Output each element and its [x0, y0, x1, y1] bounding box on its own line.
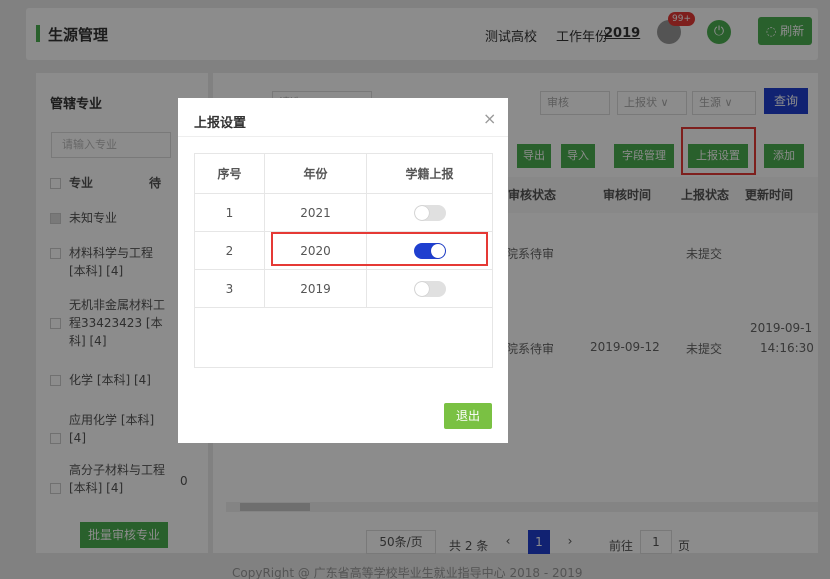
year-cell: 2019 [265, 270, 367, 307]
report-toggle[interactable] [413, 204, 446, 221]
column-header: 年份 [265, 154, 367, 193]
divider [178, 136, 508, 137]
report-toggle-cell [367, 194, 492, 231]
table-header-row: 序号 年份 学籍上报 [195, 154, 492, 194]
report-settings-dialog: 上报设置 × 序号 年份 学籍上报 1 2021 2 2020 3 2019 退… [178, 98, 508, 443]
index-cell: 3 [195, 270, 265, 307]
report-toggle-cell [367, 270, 492, 307]
index-cell: 1 [195, 194, 265, 231]
column-header: 序号 [195, 154, 265, 193]
close-icon[interactable]: × [483, 109, 496, 128]
table-row: 1 2021 [195, 194, 492, 232]
table-row: 3 2019 [195, 270, 492, 308]
dialog-title: 上报设置 [194, 116, 247, 131]
year-cell: 2021 [265, 194, 367, 231]
index-cell: 2 [195, 232, 265, 269]
row-2020-highlight [271, 232, 488, 266]
exit-button[interactable]: 退出 [444, 403, 492, 429]
report-toggle[interactable] [413, 280, 446, 297]
column-header: 学籍上报 [405, 167, 454, 181]
